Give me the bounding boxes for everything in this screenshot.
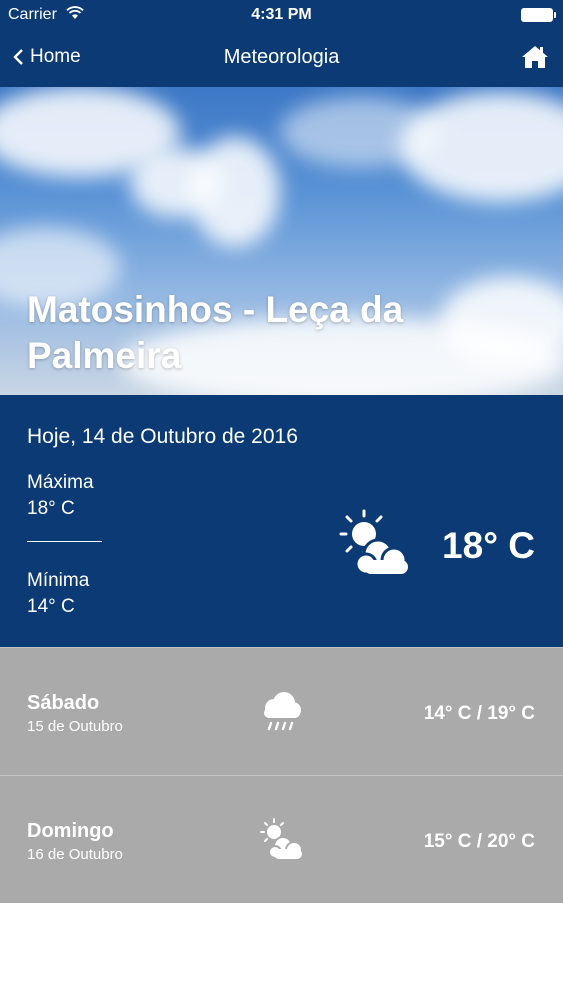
today-date: Hoje, 14 de Outubro de 2016 (27, 425, 298, 448)
divider (27, 541, 102, 542)
rain-cloud-icon (264, 692, 301, 731)
min-value: 14° C (27, 596, 75, 617)
max-label: Máxima (27, 472, 94, 493)
forecast-day-date: 15 de Outubro (27, 718, 123, 735)
current-temperature: 18° C (442, 525, 535, 566)
today-panel: Hoje, 14 de Outubro de 2016 Máxima 18° C… (0, 395, 563, 647)
location-hero-image: Matosinhos - Leça da Palmeira (0, 87, 563, 395)
battery-icon (521, 8, 556, 22)
forecast-row-saturday[interactable]: Sábado 15 de Outubro 14° C / 19° C (0, 647, 563, 775)
status-time: 4:31 PM (251, 6, 312, 23)
status-bar: Carrier 4:31 PM (0, 0, 563, 30)
forecast-day-date: 16 de Outubro (27, 846, 123, 863)
forecast-temperature-range: 14° C / 19° C (423, 703, 535, 724)
location-title: Matosinhos - Leça da Palmeira (27, 289, 404, 376)
nav-row: Home Meteorologia (0, 40, 563, 76)
page-title: Meteorologia (223, 46, 340, 68)
sun-cloud-icon (339, 509, 408, 576)
forecast-day-name: Sábado (27, 692, 100, 714)
home-icon[interactable] (521, 44, 549, 70)
navigation-bar: Carrier 4:31 PM Home Meteorologia (0, 0, 563, 87)
sun-cloud-icon (260, 818, 303, 859)
min-label: Mínima (27, 570, 90, 591)
forecast-row-sunday[interactable]: Domingo 16 de Outubro 15° C / 20° C (0, 775, 563, 903)
forecast-day-name: Domingo (27, 820, 114, 842)
cloud-shape (400, 92, 563, 202)
cloud-shape (190, 137, 280, 247)
max-value: 18° C (27, 498, 75, 519)
forecast-temperature-range: 15° C / 20° C (423, 831, 535, 852)
